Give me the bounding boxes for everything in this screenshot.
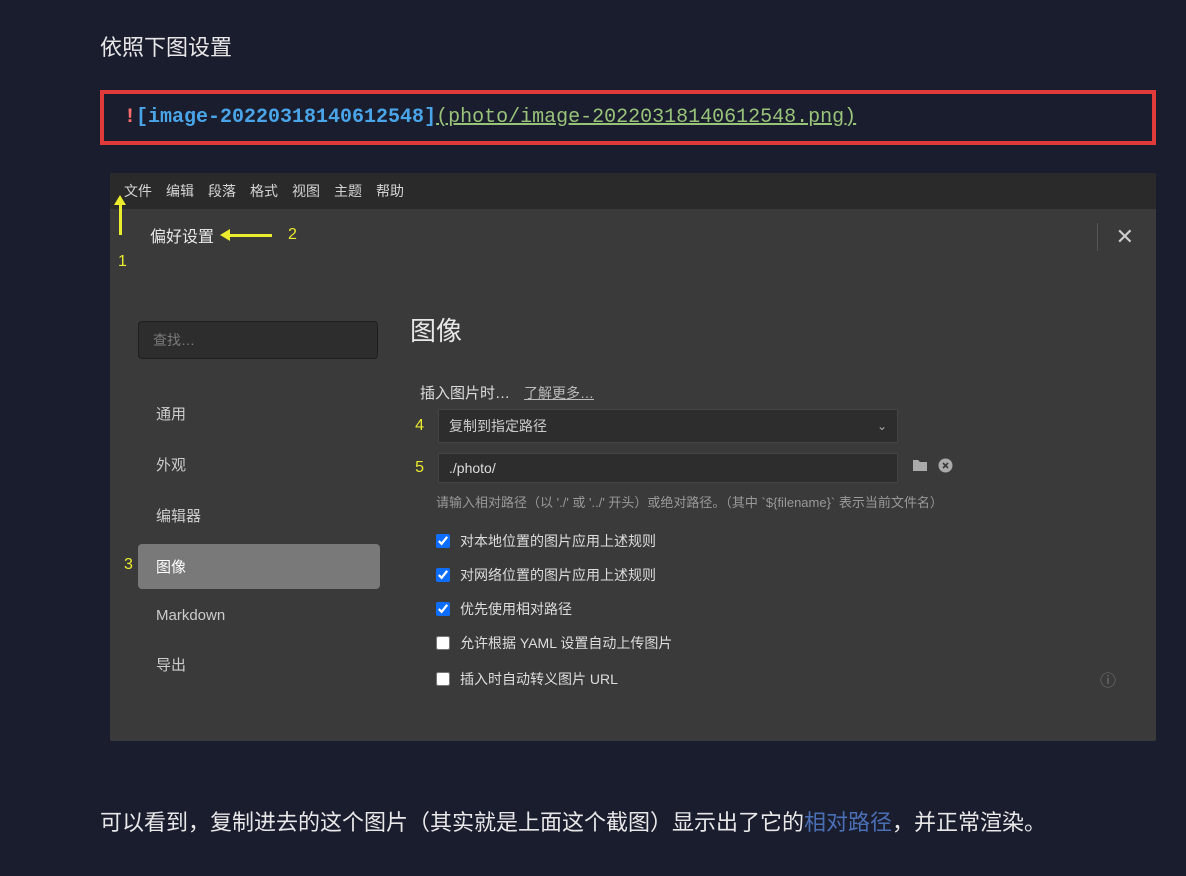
sidebar-item-image[interactable]: 3 图像 (138, 544, 380, 589)
checkbox-yaml-upload-label: 允许根据 YAML 设置自动上传图片 (460, 633, 672, 653)
checkbox-local-images[interactable]: 对本地位置的图片应用上述规则 (436, 531, 1126, 551)
code-alt-text: [image-20220318140612548] (136, 106, 436, 129)
insert-image-label: 插入图片时… (420, 382, 510, 403)
intro-text: 依照下图设置 (100, 30, 1166, 62)
annotation-arrow-2 (230, 234, 272, 237)
checkbox-escape-url-input[interactable] (436, 672, 450, 686)
checkbox-yaml-upload[interactable]: 允许根据 YAML 设置自动上传图片 (436, 633, 1126, 653)
preferences-content: 图像 插入图片时… 了解更多… 4 复制到指定路径 ⌄ 5 (400, 261, 1156, 741)
menu-paragraph[interactable]: 段落 (208, 181, 236, 201)
sidebar-item-markdown[interactable]: Markdown (138, 595, 380, 636)
content-title: 图像 (410, 311, 1126, 348)
checkbox-local-images-label: 对本地位置的图片应用上述规则 (460, 531, 656, 551)
checkbox-escape-url-label: 插入时自动转义图片 URL (460, 669, 618, 689)
menu-help[interactable]: 帮助 (376, 181, 404, 201)
titlebar-divider (1097, 223, 1098, 251)
menu-bar: 文件 编辑 段落 格式 视图 主题 帮助 (110, 173, 1156, 209)
folder-icon[interactable] (912, 458, 928, 478)
chevron-down-icon: ⌄ (877, 419, 887, 433)
outro-part-1: 可以看到，复制进去的这个图片（其实就是上面这个截图）显示出了它的 (100, 810, 804, 835)
typora-preferences-window: 文件 编辑 段落 格式 视图 主题 帮助 偏好设置 2 ✕ 1 (110, 173, 1156, 741)
sidebar-item-editor[interactable]: 编辑器 (138, 493, 380, 538)
checkbox-relative-path-label: 优先使用相对路径 (460, 599, 572, 619)
preferences-title: 偏好设置 (150, 223, 214, 247)
preferences-titlebar: 偏好设置 2 ✕ 1 (110, 209, 1156, 261)
sidebar-item-image-label: 图像 (156, 559, 186, 576)
insert-action-select[interactable]: 复制到指定路径 ⌄ (438, 409, 898, 443)
preferences-sidebar: 通用 外观 编辑器 3 图像 Markdown 导出 (110, 261, 400, 741)
menu-file[interactable]: 文件 (124, 181, 152, 201)
outro-text: 可以看到，复制进去的这个图片（其实就是上面这个截图）显示出了它的相对路径，并正常… (100, 801, 1106, 845)
annotation-number-4: 4 (410, 417, 424, 435)
menu-theme[interactable]: 主题 (334, 181, 362, 201)
outro-part-2: ，并正常渲染。 (892, 810, 1046, 835)
annotation-number-5: 5 (410, 459, 424, 477)
code-exclamation: ! (124, 106, 136, 129)
checkbox-remote-images[interactable]: 对网络位置的图片应用上述规则 (436, 565, 1126, 585)
markdown-code-example: ![image-20220318140612548](photo/image-2… (100, 90, 1156, 145)
checkbox-relative-path-input[interactable] (436, 602, 450, 616)
annotation-number-3: 3 (124, 556, 133, 574)
help-icon[interactable]: ⓘ (1100, 667, 1116, 691)
clear-icon[interactable] (938, 458, 953, 478)
checkbox-local-images-input[interactable] (436, 534, 450, 548)
menu-edit[interactable]: 编辑 (166, 181, 194, 201)
sidebar-item-export[interactable]: 导出 (138, 642, 380, 687)
checkbox-escape-url[interactable]: 插入时自动转义图片 URL (436, 669, 618, 689)
menu-format[interactable]: 格式 (250, 181, 278, 201)
checkbox-relative-path[interactable]: 优先使用相对路径 (436, 599, 1126, 619)
insert-action-value: 复制到指定路径 (449, 416, 547, 436)
sidebar-item-appearance[interactable]: 外观 (138, 442, 380, 487)
code-image-path: (photo/image-20220318140612548.png) (436, 106, 856, 129)
menu-view[interactable]: 视图 (292, 181, 320, 201)
close-icon[interactable]: ✕ (1116, 224, 1134, 250)
image-path-input[interactable] (438, 453, 898, 483)
learn-more-link[interactable]: 了解更多… (524, 383, 594, 403)
annotation-arrow-1 (119, 205, 122, 235)
relative-path-link[interactable]: 相对路径 (804, 810, 892, 835)
checkbox-yaml-upload-input[interactable] (436, 636, 450, 650)
sidebar-item-general[interactable]: 通用 (138, 391, 380, 436)
search-input[interactable] (138, 321, 378, 359)
checkbox-remote-images-input[interactable] (436, 568, 450, 582)
checkbox-remote-images-label: 对网络位置的图片应用上述规则 (460, 565, 656, 585)
path-hint-text: 请输入相对路径（以 './' 或 '../' 开头）或绝对路径。（其中 `${f… (436, 493, 986, 513)
annotation-number-2: 2 (288, 226, 297, 244)
